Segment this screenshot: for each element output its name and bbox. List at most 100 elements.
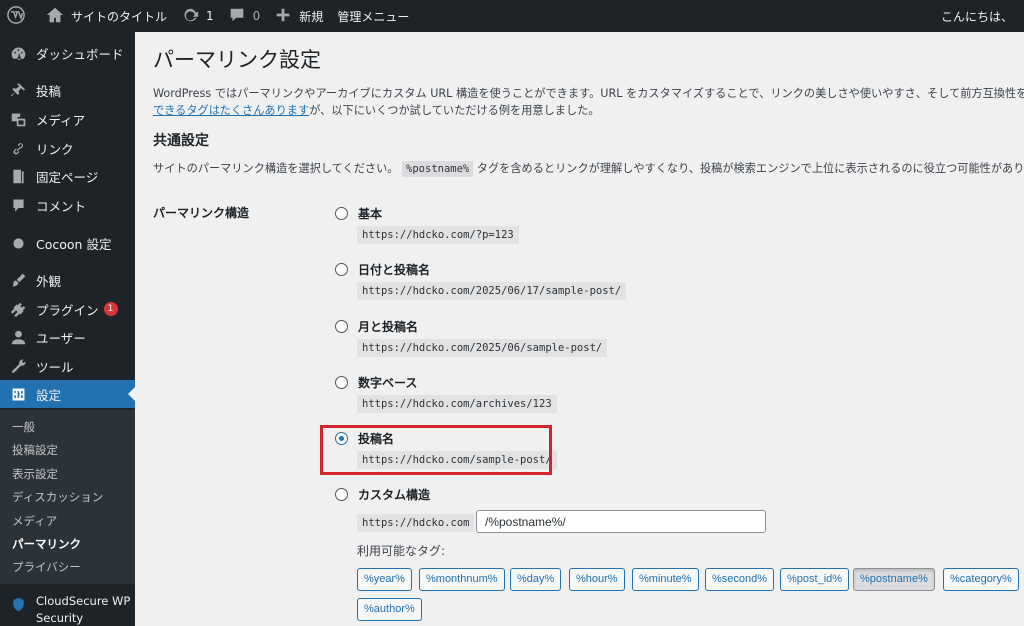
custom-structure-input[interactable] [476, 510, 766, 533]
cloudsecure-label-line2: Security [36, 611, 84, 625]
new-label: 新規 [299, 9, 324, 24]
page-title: パーマリンク設定 [153, 48, 321, 72]
pin-icon [8, 80, 28, 100]
option-plain[interactable]: 基本 https://hdcko.com/?p=123 [335, 204, 519, 244]
tag-hour-button[interactable]: %hour% [569, 568, 625, 591]
sidebar-item-comments[interactable]: コメント [0, 191, 135, 219]
desc-after: タグを含めるとリンクが理解しやすくなり、投稿が検索エンジンで上位に表示されるのに… [473, 162, 1024, 175]
submenu-writing[interactable]: 投稿設定 [12, 442, 58, 458]
radio-month-and-name[interactable] [335, 319, 348, 333]
home-icon [46, 6, 66, 26]
intro-line-2: が、以下にいくつか試していただける例を用意しました。 [309, 104, 600, 117]
tag-category-button[interactable]: %category% [943, 568, 1019, 591]
submenu-general[interactable]: 一般 [12, 419, 35, 435]
option-month-and-name[interactable]: 月と投稿名 https://hdcko.com/2025/06/sample-p… [335, 317, 608, 357]
submenu-permalinks[interactable]: パーマリンク [12, 536, 81, 552]
comments-menu[interactable]: 0 [221, 0, 268, 32]
radio-custom[interactable] [335, 487, 348, 501]
admin-menu-link[interactable]: 管理メニュー [330, 0, 416, 32]
option-label: 月と投稿名 [358, 319, 419, 334]
highlight-box [320, 425, 552, 475]
intro-text: WordPress ではパーマリンクやアーカイブにカスタム URL 構造を使うこ… [153, 85, 1024, 119]
updates-icon [181, 6, 201, 26]
new-content-menu[interactable]: 新規 [267, 0, 330, 32]
main-content: パーマリンク設定 WordPress ではパーマリンクやアーカイブにカスタム U… [135, 32, 1024, 626]
sidebar-item-label: コメント [36, 198, 87, 214]
shield-icon [8, 594, 28, 614]
submenu-reading[interactable]: 表示設定 [12, 466, 58, 482]
plus-icon [274, 6, 294, 26]
tag-monthnum-button[interactable]: %monthnum% [419, 568, 505, 591]
option-day-and-name[interactable]: 日付と投稿名 https://hdcko.com/2025/06/17/samp… [335, 260, 627, 300]
site-name-menu[interactable]: サイトのタイトル [39, 0, 174, 32]
sidebar-item-pages[interactable]: 固定ページ [0, 162, 135, 190]
comment-icon [8, 195, 28, 215]
sidebar-item-tools[interactable]: ツール [0, 352, 135, 380]
tag-author-button[interactable]: %author% [357, 598, 422, 621]
sidebar-item-users[interactable]: ユーザー [0, 323, 135, 351]
wrench-icon [8, 356, 28, 376]
radio-numeric[interactable] [335, 375, 348, 389]
sidebar-item-dashboard[interactable]: ダッシュボード [0, 39, 135, 67]
sidebar-item-posts[interactable]: 投稿 [0, 76, 135, 104]
sidebar-item-plugins[interactable]: プラグイン 1 [0, 295, 135, 323]
admin-menu-label: 管理メニュー [337, 9, 410, 24]
option-example: https://hdcko.com/2025/06/17/sample-post… [357, 282, 627, 300]
radio-day-and-name[interactable] [335, 262, 348, 276]
sidebar-item-links[interactable]: リンク [0, 134, 135, 162]
option-label: 数字ベース [358, 375, 418, 390]
permalink-structure-label: パーマリンク構造 [153, 206, 250, 220]
admin-sidebar: ダッシュボード 投稿 メディア リンク 固定ページ コメント Cocoon 設定… [0, 32, 135, 626]
option-label: 日付と投稿名 [358, 262, 431, 277]
comments-count: 0 [252, 9, 261, 23]
settings-icon [8, 384, 28, 404]
desc-before: サイトのパーマリンク構造を選択してください。 [153, 162, 399, 175]
sidebar-item-media[interactable]: メディア [0, 105, 135, 133]
wordpress-logo-icon [7, 6, 27, 26]
sidebar-item-settings[interactable]: 設定 [0, 380, 135, 408]
sidebar-item-label: メディア [36, 112, 86, 128]
account-menu[interactable]: こんにちは、 [934, 0, 1020, 32]
user-icon [8, 327, 28, 347]
comment-bubble-icon [228, 6, 248, 26]
updates-menu[interactable]: 1 [174, 0, 221, 32]
sidebar-item-label: 固定ページ [36, 169, 99, 185]
option-numeric[interactable]: 数字ベース https://hdcko.com/archives/123 [335, 373, 557, 413]
intro-line-1: WordPress ではパーマリンクやアーカイブにカスタム URL 構造を使うこ… [153, 87, 1024, 100]
tag-post-id-button[interactable]: %post_id% [780, 568, 850, 591]
available-tags-label: 利用可能なタグ: [357, 544, 446, 558]
sidebar-item-label: 外観 [36, 273, 62, 289]
submenu-privacy[interactable]: プライバシー [12, 559, 81, 575]
sidebar-item-label: ユーザー [36, 330, 86, 346]
site-title: サイトのタイトル [71, 9, 168, 24]
sidebar-item-label: ダッシュボード [36, 46, 124, 62]
greeting: こんにちは、 [940, 9, 1013, 24]
submenu-media[interactable]: メディア [12, 513, 57, 529]
custom-structure-prefix: https://hdcko.com [357, 514, 475, 532]
sidebar-item-label: ツール [36, 359, 74, 375]
updates-count: 1 [206, 9, 214, 23]
option-custom[interactable]: カスタム構造 [335, 485, 430, 503]
sidebar-item-label: 投稿 [36, 83, 62, 99]
tag-postname-button[interactable]: %postname% [853, 568, 935, 591]
sidebar-item-cocoon[interactable]: Cocoon 設定 [0, 229, 135, 257]
wp-logo-menu[interactable] [0, 0, 39, 32]
tag-minute-button[interactable]: %minute% [632, 568, 699, 591]
tags-doc-link[interactable]: できるタグはたくさんあります [153, 104, 309, 117]
sidebar-item-appearance[interactable]: 外観 [0, 266, 135, 294]
option-example: https://hdcko.com/?p=123 [357, 226, 519, 244]
option-label: 基本 [358, 206, 383, 221]
sidebar-item-label: プラグイン [36, 302, 99, 318]
postname-code: %postname% [402, 161, 474, 177]
option-example: https://hdcko.com/2025/06/sample-post/ [357, 339, 608, 357]
media-icon [8, 109, 28, 129]
brush-icon [8, 270, 28, 290]
sidebar-item-label: 設定 [36, 387, 62, 403]
common-settings-heading: 共通設定 [153, 133, 209, 149]
tag-day-button[interactable]: %day% [510, 568, 562, 591]
sidebar-item-cloudsecure[interactable]: CloudSecure WP Security [0, 594, 135, 625]
tag-second-button[interactable]: %second% [705, 568, 775, 591]
tag-year-button[interactable]: %year% [357, 568, 412, 591]
submenu-discussion[interactable]: ディスカッション [12, 489, 103, 505]
radio-plain[interactable] [335, 206, 348, 220]
